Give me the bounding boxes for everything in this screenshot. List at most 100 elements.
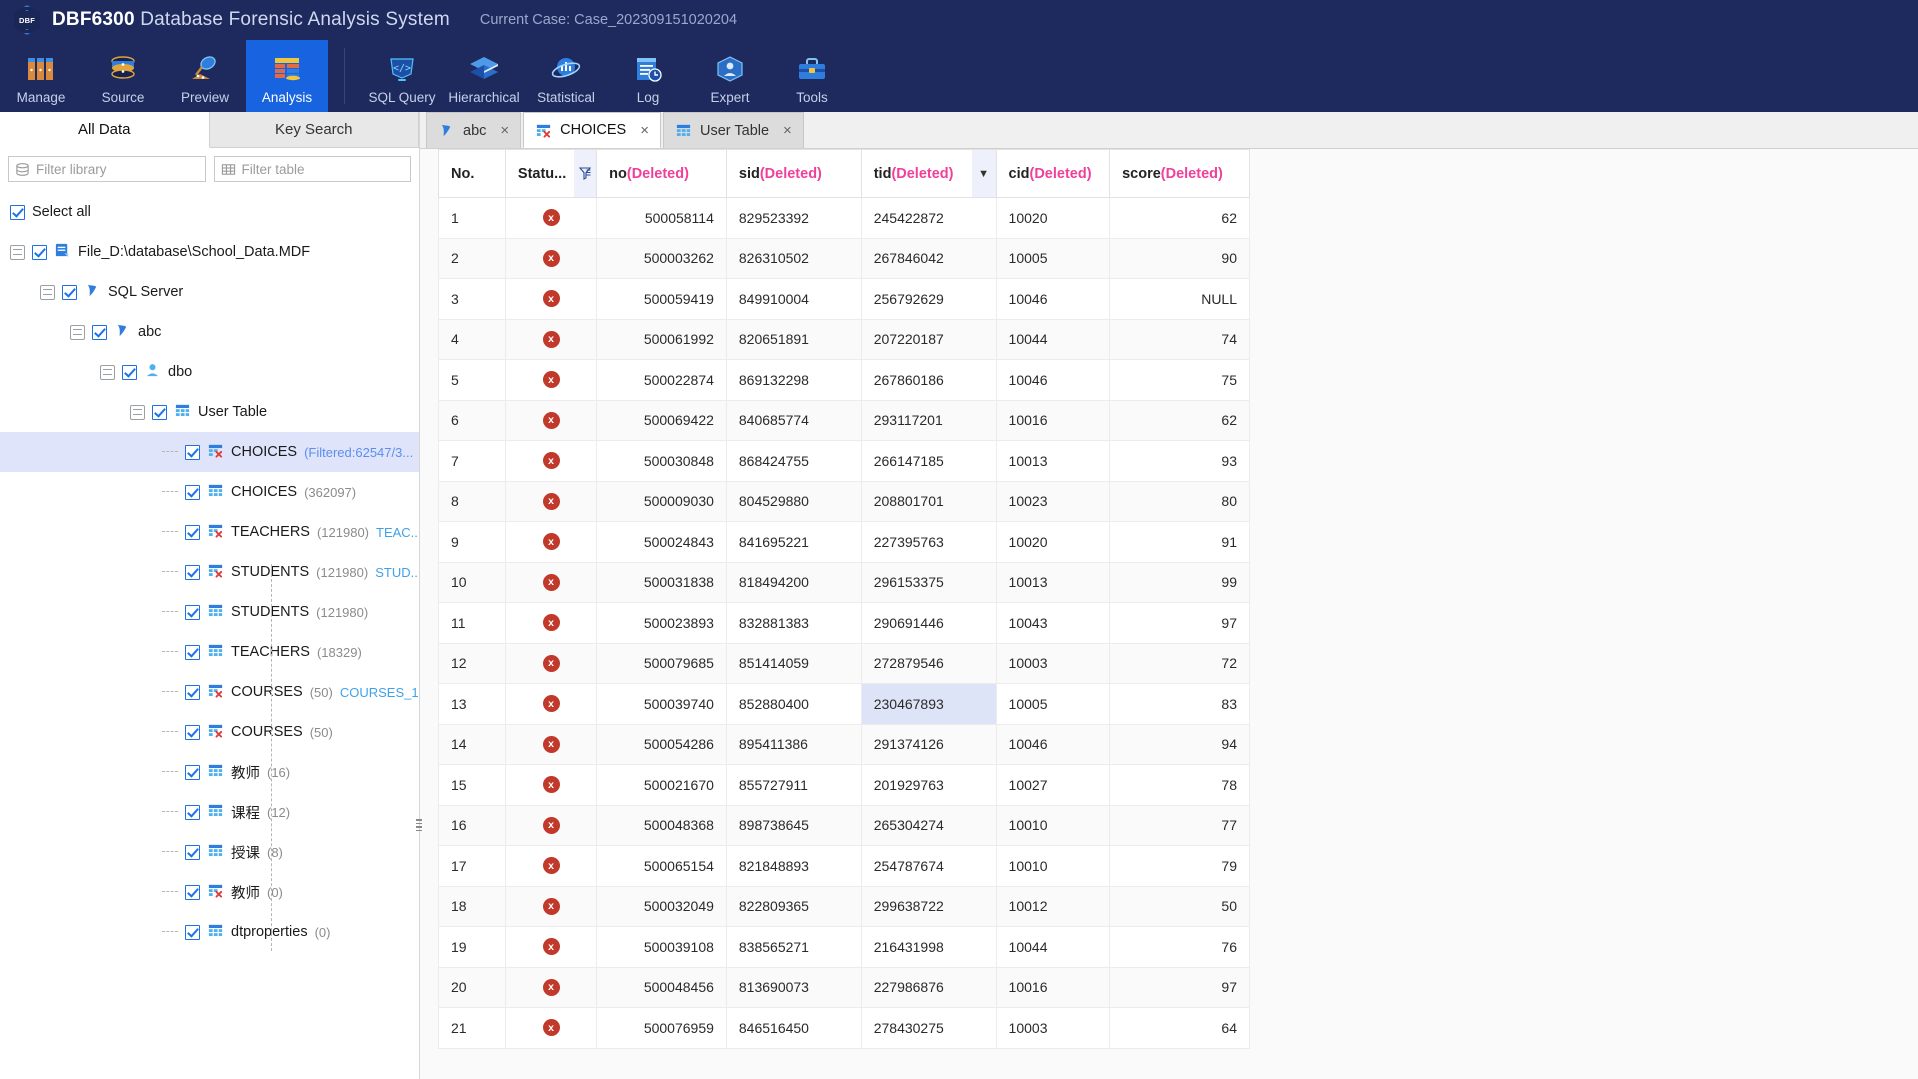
table-row[interactable]: 1 x 500058114 829523392 245422872 10020 62 xyxy=(438,197,1250,239)
table-row[interactable]: 9 x 500024843 841695221 227395763 10020 91 xyxy=(438,521,1250,563)
cell-status: x xyxy=(504,521,598,563)
table-row[interactable]: 3 x 500059419 849910004 256792629 10046 NULL xyxy=(438,278,1250,320)
toolbar-item-preview[interactable]: Preview xyxy=(164,40,246,112)
toolbar-item-source[interactable]: Source xyxy=(82,40,164,112)
table-row[interactable]: 13 x 500039740 852880400 230467893 10005 83 xyxy=(438,683,1250,725)
toolbar-item-sql-query[interactable]: </> SQL Query xyxy=(361,40,443,112)
tree-node-checkbox[interactable] xyxy=(32,244,47,260)
table-row[interactable]: 6 x 500069422 840685774 293117201 10016 62 xyxy=(438,399,1250,441)
tree-expander-toggle[interactable] xyxy=(10,244,25,260)
table-row[interactable]: 14 x 500054286 895411386 291374126 10046 94 xyxy=(438,723,1250,765)
tree-node-checkbox[interactable] xyxy=(185,444,200,460)
tree-node-courses-11[interactable]: COURSES (50) COURSES_1 xyxy=(0,672,419,712)
column-filter-icon[interactable] xyxy=(574,150,597,197)
tree-node-dtproperties-17[interactable]: dtproperties (0) xyxy=(0,912,419,952)
table-row[interactable]: 19 x 500039108 838565271 216431998 10044 76 xyxy=(438,926,1250,968)
table-row[interactable]: 2 x 500003262 826310502 267846042 10005 90 xyxy=(438,237,1250,279)
tree-node-dbo-3[interactable]: dbo xyxy=(0,352,419,392)
table-row[interactable]: 17 x 500065154 821848893 254787674 10010 79 xyxy=(438,845,1250,887)
table-row[interactable]: 7 x 500030848 868424755 266147185 10013 93 xyxy=(438,440,1250,482)
tree-node-checkbox[interactable] xyxy=(185,604,200,620)
toolbar-item-log[interactable]: Log xyxy=(607,40,689,112)
panel-splitter[interactable] xyxy=(415,812,423,838)
sidebar-tab-key-search[interactable]: Key Search xyxy=(209,112,419,148)
tree-expander-toggle[interactable] xyxy=(70,324,85,340)
table-row[interactable]: 18 x 500032049 822809365 299638722 10012 50 xyxy=(438,885,1250,927)
tree-node-students-9[interactable]: STUDENTS (121980) xyxy=(0,592,419,632)
select-all-row[interactable]: Select all xyxy=(0,192,419,232)
tree-node-checkbox[interactable] xyxy=(185,484,200,500)
tree-node-teachers-10[interactable]: TEACHERS (18329) xyxy=(0,632,419,672)
table-row[interactable]: 12 x 500079685 851414059 272879546 10003 72 xyxy=(438,642,1250,684)
data-tab-choices[interactable]: CHOICES × xyxy=(523,112,661,148)
tree-expander-toggle[interactable] xyxy=(40,284,55,300)
table-row[interactable]: 5 x 500022874 869132298 267860186 10046 75 xyxy=(438,359,1250,401)
tree-node-fileddatabaseschooldatamdf-0[interactable]: File_D:\database\School_Data.MDF xyxy=(0,232,419,272)
column-header-c_no[interactable]: no(Deleted) xyxy=(596,149,727,198)
toolbar-item-tools[interactable]: Tools xyxy=(771,40,853,112)
cell-sid: 826310502 xyxy=(725,237,862,279)
table-row[interactable]: 16 x 500048368 898738645 265304274 10010 77 xyxy=(438,804,1250,846)
tree-node-checkbox[interactable] xyxy=(92,324,107,340)
table-row[interactable]: 8 x 500009030 804529880 208801701 10023 80 xyxy=(438,480,1250,522)
table-icon xyxy=(208,644,223,656)
close-icon[interactable]: × xyxy=(500,122,509,139)
column-header-status[interactable]: Statu... xyxy=(504,149,598,198)
table-row[interactable]: 10 x 500031838 818494200 296153375 10013 99 xyxy=(438,561,1250,603)
tree-node-usertable-4[interactable]: User Table xyxy=(0,392,419,432)
tree-node-checkbox[interactable] xyxy=(122,364,137,380)
tree-node-checkbox[interactable] xyxy=(185,804,200,820)
tree-expander-toggle[interactable] xyxy=(130,404,145,420)
data-tab-user-table[interactable]: User Table × xyxy=(663,112,804,148)
table-row[interactable]: 15 x 500021670 855727911 201929763 10027 78 xyxy=(438,764,1250,806)
filter-library-input[interactable]: Filter library xyxy=(8,156,206,182)
tree-expander-toggle[interactable] xyxy=(100,364,115,380)
tree-node-teachers-7[interactable]: TEACHERS (121980) TEAC... xyxy=(0,512,419,552)
toolbar-item-statistical[interactable]: Statistical xyxy=(525,40,607,112)
column-header-c_cid[interactable]: cid(Deleted) xyxy=(995,149,1111,198)
cell-row-number: 11 xyxy=(438,602,506,644)
tree-node-checkbox[interactable] xyxy=(185,724,200,740)
close-icon[interactable]: × xyxy=(783,122,792,139)
tree-node-checkbox[interactable] xyxy=(185,684,200,700)
tree-node-students-8[interactable]: STUDENTS (121980) STUD... xyxy=(0,552,419,592)
tree-node-sqlserver-1[interactable]: SQL Server xyxy=(0,272,419,312)
tree-node-node-15[interactable]: 授课 (8) xyxy=(0,832,419,872)
column-header-c_score[interactable]: score(Deleted) xyxy=(1109,149,1250,198)
tree-node-abc-2[interactable]: abc xyxy=(0,312,419,352)
tree-node-courses-12[interactable]: COURSES (50) xyxy=(0,712,419,752)
tree-node-choices-6[interactable]: CHOICES (362097) xyxy=(0,472,419,512)
toolbar-item-manage[interactable]: Manage xyxy=(0,40,82,112)
tree-node-node-16[interactable]: 教师 (0) xyxy=(0,872,419,912)
table-row[interactable]: 20 x 500048456 813690073 227986876 10016 97 xyxy=(438,966,1250,1008)
tree-node-choices-5[interactable]: CHOICES (Filtered:62547/3... xyxy=(0,432,419,472)
cell-status: x xyxy=(504,683,598,725)
toolbar-item-hierarchical[interactable]: Hierarchical xyxy=(443,40,525,112)
table-row[interactable]: 11 x 500023893 832881383 290691446 10043 97 xyxy=(438,602,1250,644)
table-row[interactable]: 21 x 500076959 846516450 278430275 10003 64 xyxy=(438,1007,1250,1049)
tree-node-node-14[interactable]: 课程 (12) xyxy=(0,792,419,832)
toolbar-item-analysis[interactable]: Analysis xyxy=(246,40,328,112)
tree-node-checkbox[interactable] xyxy=(185,764,200,780)
column-header-label: Statu... xyxy=(517,165,567,182)
tree-node-checkbox[interactable] xyxy=(185,924,200,940)
toolbar-item-expert[interactable]: Expert xyxy=(689,40,771,112)
tree-node-checkbox[interactable] xyxy=(185,844,200,860)
table-row[interactable]: 4 x 500061992 820651891 207220187 10044 74 xyxy=(438,318,1250,360)
tree-node-checkbox[interactable] xyxy=(185,564,200,580)
tree-node-checkbox[interactable] xyxy=(185,644,200,660)
tree-node-checkbox[interactable] xyxy=(185,524,200,540)
tree-node-checkbox[interactable] xyxy=(152,404,167,420)
column-header-no[interactable]: No. xyxy=(438,149,506,198)
sidebar-tab-all-data[interactable]: All Data xyxy=(0,112,210,148)
filter-table-input[interactable]: Filter table xyxy=(213,156,411,182)
select-all-checkbox[interactable] xyxy=(10,204,25,220)
tree-node-checkbox[interactable] xyxy=(62,284,77,300)
close-icon[interactable]: × xyxy=(640,122,649,139)
sort-descending-icon[interactable]: ▼ xyxy=(971,150,996,197)
data-tab-abc[interactable]: abc × xyxy=(426,112,522,148)
tree-node-checkbox[interactable] xyxy=(185,884,200,900)
column-header-c_tid[interactable]: tid(Deleted) ▼ xyxy=(860,149,997,198)
tree-node-node-13[interactable]: 教师 (16) xyxy=(0,752,419,792)
column-header-c_sid[interactable]: sid(Deleted) xyxy=(725,149,862,198)
